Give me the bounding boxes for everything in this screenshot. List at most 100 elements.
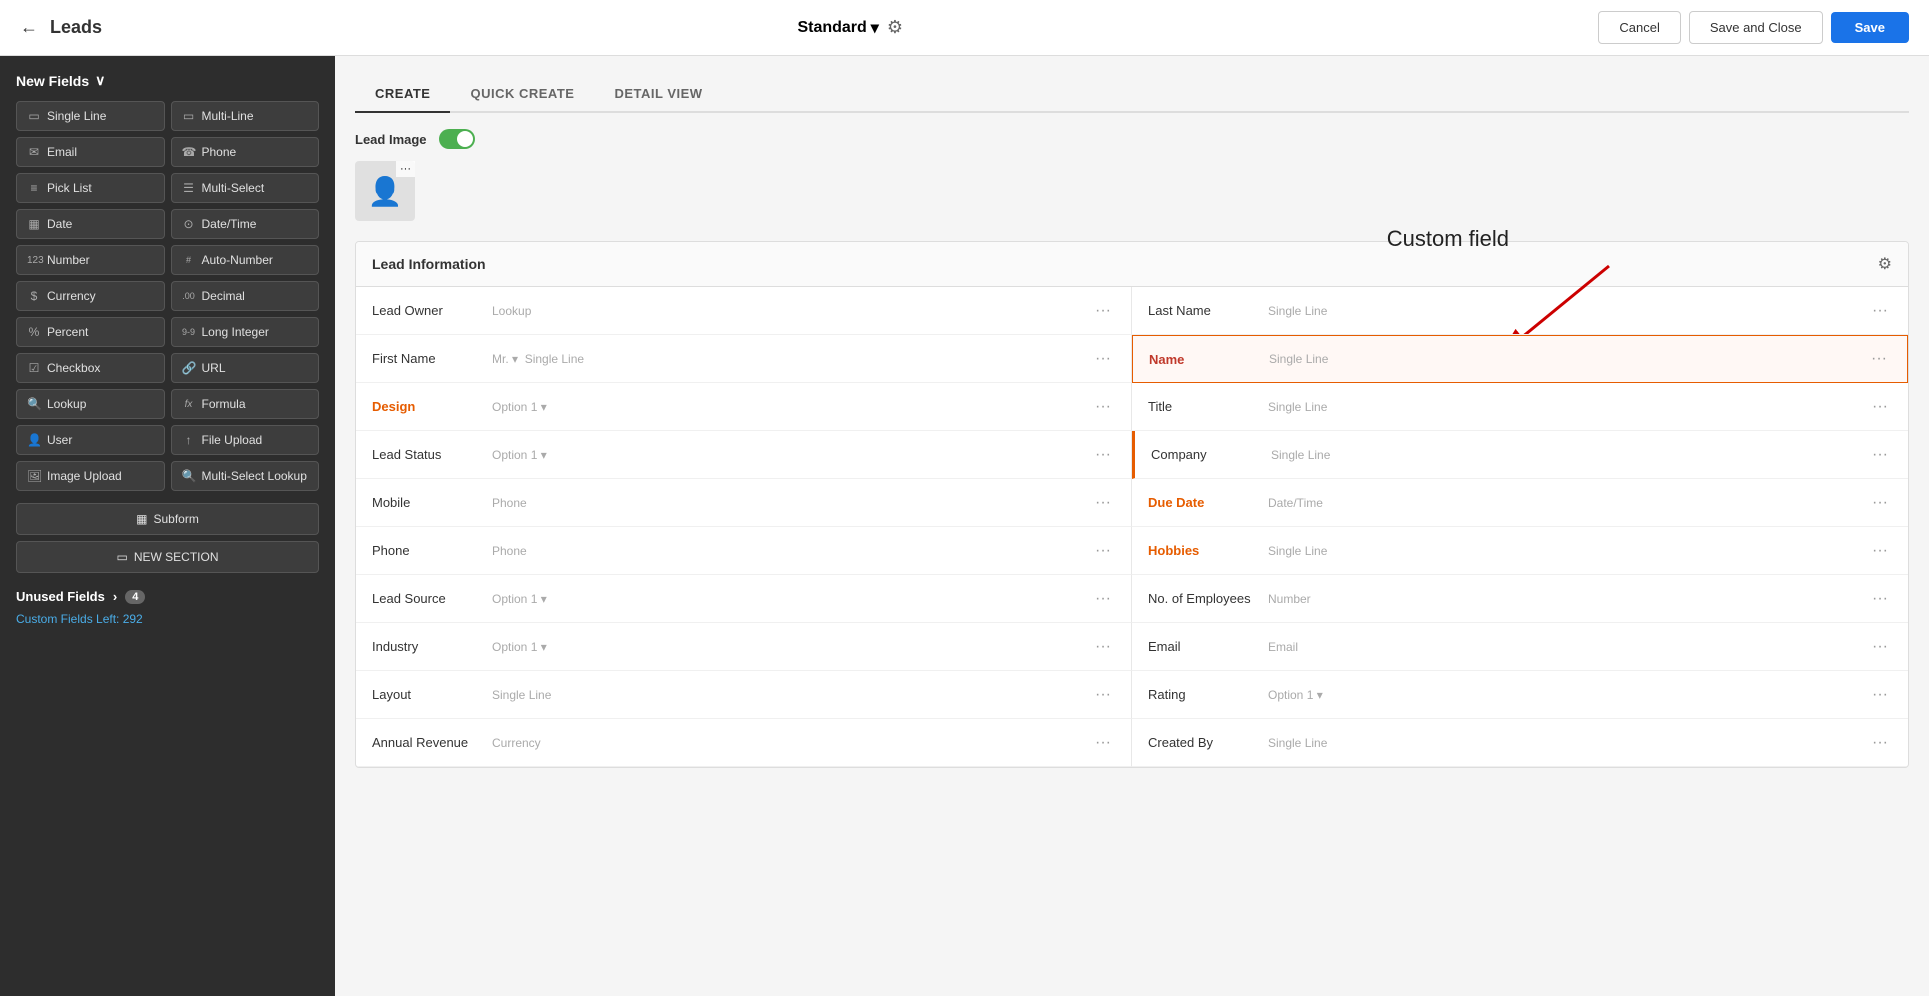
- field-formula[interactable]: fx Formula: [171, 389, 320, 419]
- field-label: Formula: [202, 397, 246, 411]
- field-date[interactable]: ▦Date: [16, 209, 165, 239]
- field-options-button[interactable]: ···: [1091, 590, 1115, 608]
- top-header: ← Leads Standard ▾ ⚙ Cancel Save and Clo…: [0, 0, 1929, 56]
- field-options-button[interactable]: ···: [1868, 494, 1892, 512]
- field-options-button[interactable]: ···: [1091, 638, 1115, 656]
- field-type: Lookup: [492, 304, 1091, 318]
- field-label: Lookup: [47, 397, 86, 411]
- field-lead-owner: Lead Owner Lookup ···: [356, 287, 1132, 335]
- field-decimal[interactable]: .00Decimal: [171, 281, 320, 311]
- lookup-icon: 🔍: [27, 397, 41, 411]
- cancel-button[interactable]: Cancel: [1598, 11, 1680, 44]
- back-button[interactable]: ←: [20, 17, 38, 38]
- save-close-button[interactable]: Save and Close: [1689, 11, 1823, 44]
- field-label: Mobile: [372, 495, 492, 510]
- field-label: User: [47, 433, 72, 447]
- tab-detail-view[interactable]: DETAIL VIEW: [594, 76, 722, 113]
- field-type: Option 1 ▾: [492, 592, 1091, 606]
- subform-button[interactable]: ▦ Subform: [16, 503, 319, 535]
- field-type: Currency: [492, 736, 1091, 750]
- field-label: Lead Source: [372, 591, 492, 606]
- new-section-button[interactable]: ▭ NEW SECTION: [16, 541, 319, 573]
- field-type: Single Line: [1269, 352, 1867, 366]
- long-integer-icon: 9-9: [182, 327, 196, 337]
- settings-icon[interactable]: ⚙: [887, 17, 903, 38]
- avatar-menu-button[interactable]: ···: [396, 161, 415, 177]
- field-type: Option 1 ▾: [492, 640, 1091, 654]
- field-image-upload[interactable]: 🖼Image Upload: [16, 461, 165, 491]
- field-datetime[interactable]: ⊙Date/Time: [171, 209, 320, 239]
- field-design: Design Option 1 ▾ ···: [356, 383, 1132, 431]
- single-line-icon: ▭: [27, 109, 41, 123]
- field-options-button[interactable]: ···: [1868, 302, 1892, 320]
- tab-create[interactable]: CREATE: [355, 76, 450, 113]
- field-url[interactable]: 🔗URL: [171, 353, 320, 383]
- formula-icon: fx: [182, 399, 196, 410]
- multi-select-icon: ☰: [182, 181, 196, 195]
- field-options-button[interactable]: ···: [1091, 686, 1115, 704]
- lead-image-toggle[interactable]: [439, 129, 475, 149]
- field-options-button[interactable]: ···: [1868, 446, 1892, 464]
- field-single-line[interactable]: ▭Single Line: [16, 101, 165, 131]
- field-options-button[interactable]: ···: [1868, 398, 1892, 416]
- field-email: Email Email ···: [1132, 623, 1908, 671]
- multi-line-icon: ▭: [182, 109, 196, 123]
- new-fields-chevron-icon: ∨: [95, 72, 105, 89]
- field-options-button[interactable]: ···: [1868, 686, 1892, 704]
- field-hobbies: Hobbies Single Line ···: [1132, 527, 1908, 575]
- field-multi-select-lookup[interactable]: 🔍Multi-Select Lookup: [171, 461, 320, 491]
- avatar-box[interactable]: 👤 ···: [355, 161, 415, 221]
- fields-grid: ▭Single Line ▭Multi-Line ✉Email ☎Phone ≡…: [16, 101, 319, 491]
- field-options-button[interactable]: ···: [1091, 350, 1115, 368]
- field-options-button[interactable]: ···: [1868, 734, 1892, 752]
- field-options-button[interactable]: ···: [1091, 302, 1115, 320]
- header-actions: Cancel Save and Close Save: [1598, 11, 1909, 44]
- field-rating: Rating Option 1 ▾ ···: [1132, 671, 1908, 719]
- field-multi-select[interactable]: ☰Multi-Select: [171, 173, 320, 203]
- field-checkbox[interactable]: ☑Checkbox: [16, 353, 165, 383]
- field-auto-number[interactable]: # Auto-Number: [171, 245, 320, 275]
- toggle-knob: [457, 131, 473, 147]
- field-email[interactable]: ✉Email: [16, 137, 165, 167]
- field-options-button[interactable]: ···: [1091, 494, 1115, 512]
- multi-select-lookup-icon: 🔍: [182, 469, 196, 483]
- save-button[interactable]: Save: [1831, 12, 1909, 43]
- standard-dropdown[interactable]: Standard ▾: [797, 18, 878, 38]
- unused-fields-arrow-icon: ›: [113, 589, 117, 604]
- field-options-button[interactable]: ···: [1091, 542, 1115, 560]
- unused-fields-header[interactable]: Unused Fields › 4: [16, 589, 319, 604]
- field-currency[interactable]: $Currency: [16, 281, 165, 311]
- field-options-button[interactable]: ···: [1091, 398, 1115, 416]
- field-long-integer[interactable]: 9-9Long Integer: [171, 317, 320, 347]
- field-number[interactable]: 123Number: [16, 245, 165, 275]
- field-label: Created By: [1148, 735, 1268, 750]
- section-title: Lead Information: [372, 256, 486, 272]
- new-fields-header[interactable]: New Fields ∨: [16, 72, 319, 89]
- field-percent[interactable]: %Percent: [16, 317, 165, 347]
- field-label: Title: [1148, 399, 1268, 414]
- field-lookup[interactable]: 🔍 Lookup: [16, 389, 165, 419]
- field-type: Single Line: [1268, 544, 1868, 558]
- datetime-icon: ⊙: [182, 217, 196, 231]
- field-options-button[interactable]: ···: [1091, 446, 1115, 464]
- field-type: Single Line: [1268, 304, 1868, 318]
- field-options-button[interactable]: ···: [1091, 734, 1115, 752]
- section-gear-icon[interactable]: ⚙: [1878, 254, 1892, 274]
- field-label: Lead Status: [372, 447, 492, 462]
- field-options-button[interactable]: ···: [1868, 590, 1892, 608]
- field-options-button[interactable]: ···: [1868, 638, 1892, 656]
- field-multi-line[interactable]: ▭Multi-Line: [171, 101, 320, 131]
- field-phone[interactable]: ☎Phone: [171, 137, 320, 167]
- field-pick-list[interactable]: ≡Pick List: [16, 173, 165, 203]
- field-options-button[interactable]: ···: [1868, 542, 1892, 560]
- tab-quick-create[interactable]: QUICK CREATE: [450, 76, 594, 113]
- field-file-upload[interactable]: ↑File Upload: [171, 425, 320, 455]
- auto-number-icon: #: [182, 255, 196, 265]
- field-label: Auto-Number: [202, 253, 273, 267]
- field-options-button[interactable]: ···: [1867, 350, 1891, 368]
- field-label: Email: [1148, 639, 1268, 654]
- field-user[interactable]: 👤User: [16, 425, 165, 455]
- field-label: Date: [47, 217, 72, 231]
- percent-icon: %: [27, 325, 41, 339]
- field-label: Email: [47, 145, 77, 159]
